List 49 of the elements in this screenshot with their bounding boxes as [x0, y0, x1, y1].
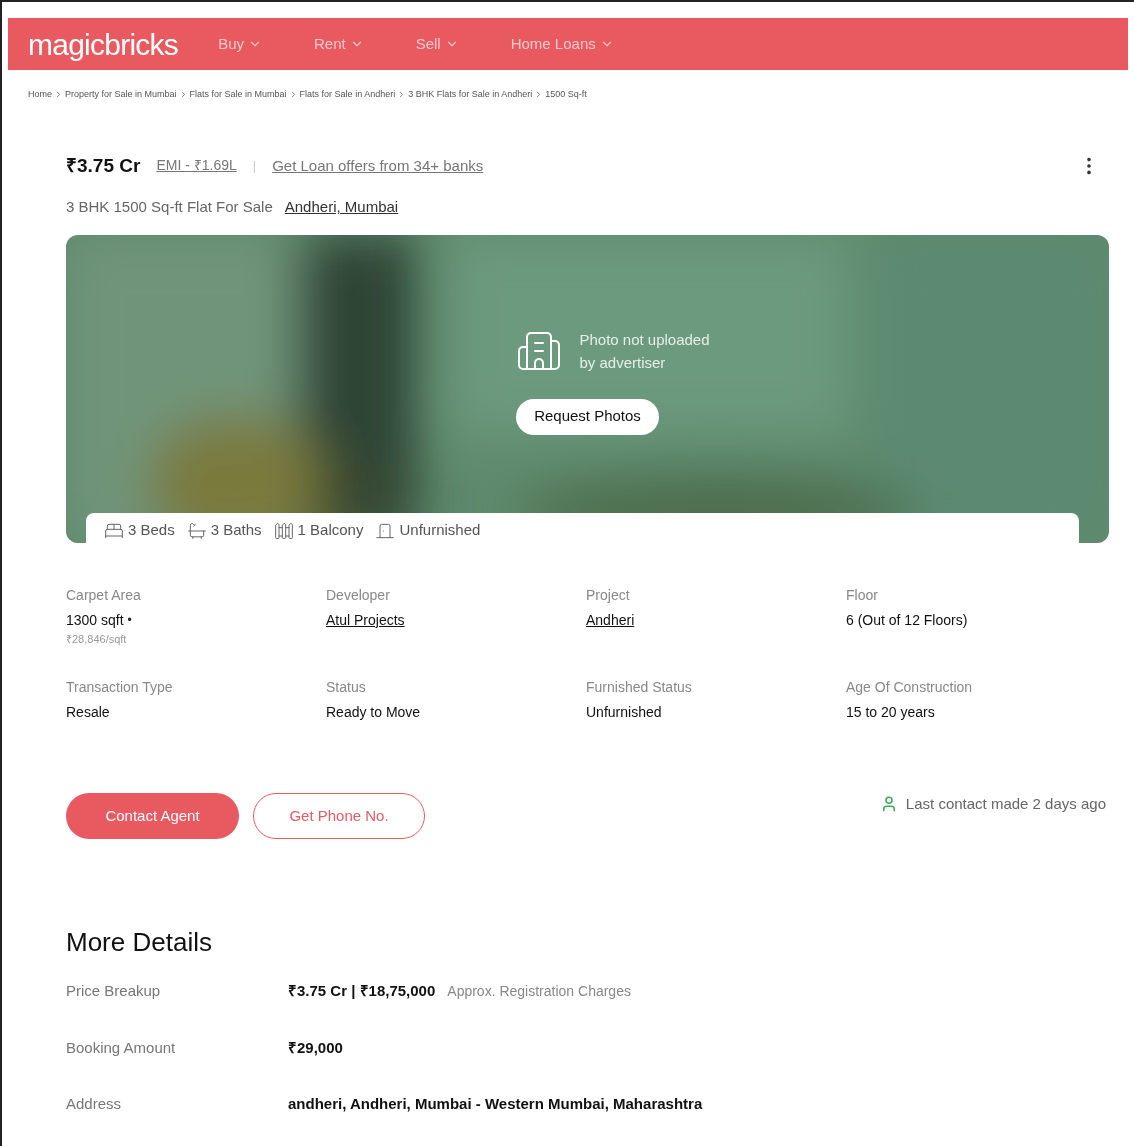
- attribute-link[interactable]: Andheri: [586, 609, 635, 631]
- section-title: More Details: [66, 926, 213, 959]
- attribute-label: Transaction Type: [66, 678, 174, 697]
- attribute-label: Carpet Area: [66, 585, 142, 605]
- amenity-label: Unfurnished: [399, 520, 481, 541]
- price-per-sqft: ₹28,846/sqft: [66, 631, 128, 647]
- detail-label: Price Breakup: [66, 981, 162, 1001]
- request-photos-button[interactable]: Request Photos: [516, 398, 659, 435]
- attribute-label: Floor: [846, 585, 879, 605]
- dropdown-dot[interactable]: •: [127, 611, 132, 629]
- amenity-label: 1 Balcony: [297, 520, 364, 541]
- detail-label: Address: [66, 1094, 123, 1114]
- attribute-value: Ready to Move: [326, 703, 421, 722]
- attribute-label: Age Of Construction: [846, 678, 974, 697]
- amenity-label: 3 Beds: [128, 520, 175, 541]
- price: ₹3.75 Cr: [66, 153, 141, 178]
- bathtub-icon: [186, 520, 207, 541]
- breadcrumb-link[interactable]: 3 BHK Flats for Sale in Andheri: [408, 88, 533, 102]
- breadcrumb-link[interactable]: 1500 Sq-ft: [545, 88, 587, 102]
- detail-note: Approx. Registration Charges: [447, 981, 631, 1001]
- detail-value: andheri, Andheri, Mumbai - Western Mumbai, Maharashtra: [288, 1094, 703, 1114]
- attribute-label: Developer: [326, 585, 391, 605]
- attribute-label: Status: [326, 678, 367, 697]
- loan-offer-link[interactable]: Get Loan offers from 34+ banks: [272, 154, 484, 177]
- breadcrumb-link[interactable]: Flats for Sale in Mumbai: [189, 88, 287, 102]
- emi-link[interactable]: EMI - ₹1.69L: [156, 155, 237, 177]
- breadcrumb-link[interactable]: Flats for Sale in Andheri: [299, 88, 396, 102]
- attribute-label: Project: [586, 585, 631, 605]
- attribute-value: 15 to 20 years: [846, 703, 935, 722]
- attribute-value: 6 (Out of 12 Floors): [846, 610, 968, 630]
- fence-icon: [273, 520, 294, 541]
- detail-value: ₹3.75 Cr | ₹18,75,000: [288, 981, 436, 1001]
- chevron-right-icon: [54, 90, 63, 100]
- attribute-link[interactable]: Atul Projects: [326, 609, 405, 631]
- attribute-value: Resale: [66, 703, 110, 722]
- separator: |: [252, 157, 257, 175]
- amenity-label: 3 Baths: [210, 520, 262, 541]
- attribute-value: 1300 sqft: [66, 610, 124, 630]
- detail-label: Booking Amount: [66, 1037, 177, 1058]
- last-contact-text: Last contact made 2 days ago: [905, 794, 1106, 814]
- breadcrumb-link[interactable]: Home: [28, 88, 52, 102]
- photo-message: Photo not uploaded: [579, 329, 710, 350]
- breadcrumb-link[interactable]: Property for Sale in Mumbai: [65, 88, 177, 102]
- listing-title: 3 BHK 1500 Sq-ft Flat For Sale: [66, 197, 273, 217]
- photo-message: by advertiser: [579, 352, 667, 373]
- attribute-label: Furnished Status: [586, 678, 693, 697]
- location-link[interactable]: Andheri, Mumbai: [284, 196, 399, 219]
- detail-value: ₹29,000: [288, 1037, 343, 1058]
- attribute-value: Unfurnished: [586, 703, 662, 722]
